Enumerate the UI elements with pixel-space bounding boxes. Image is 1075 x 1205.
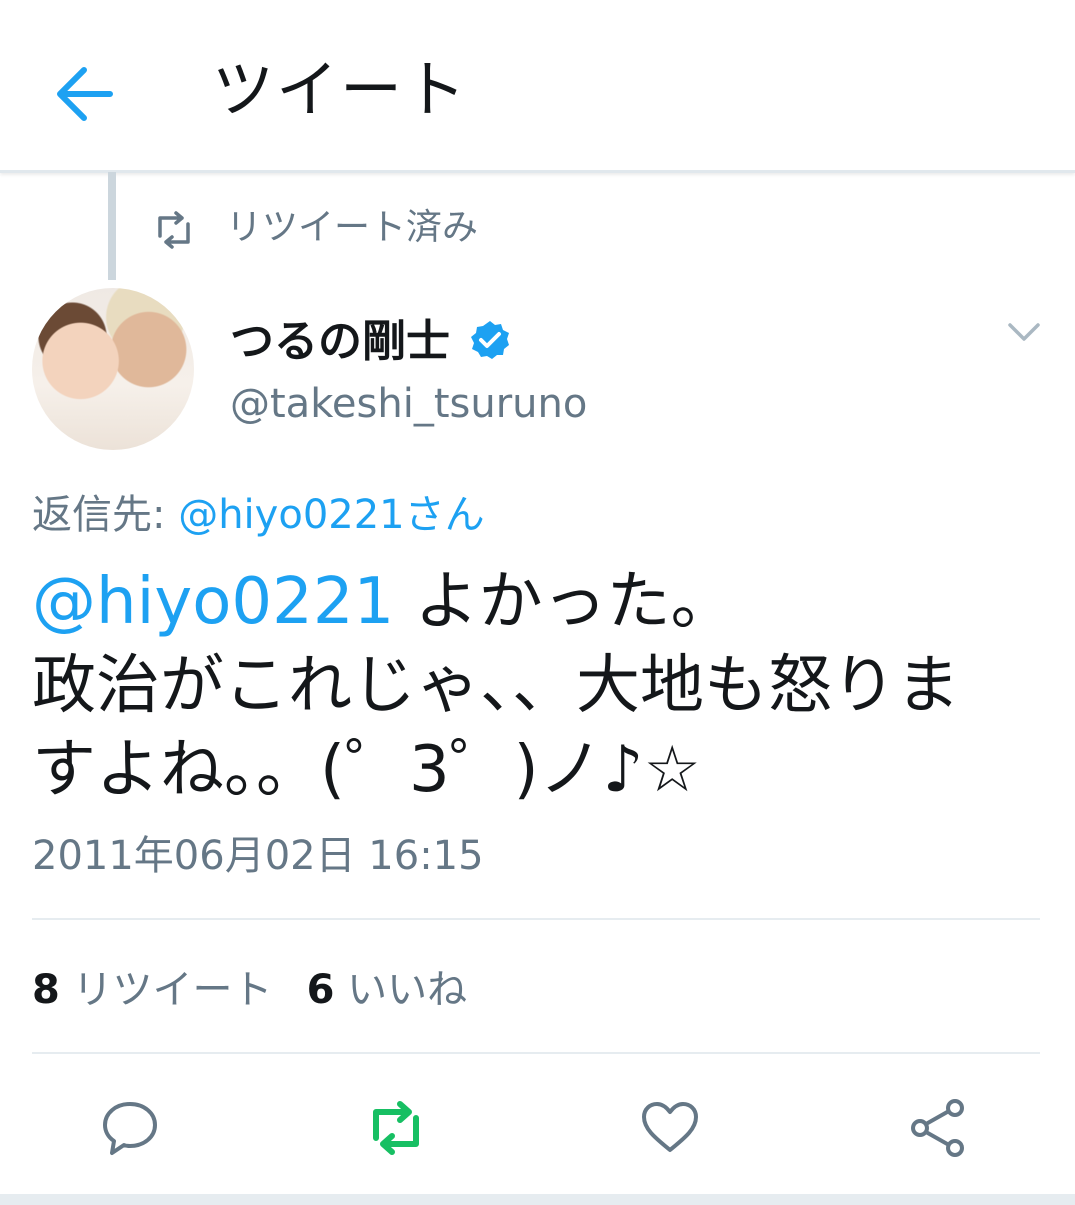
divider bbox=[32, 1052, 1040, 1054]
reply-to-line: 返信先: @hiyo0221さん bbox=[32, 488, 485, 542]
arrow-left-icon[interactable] bbox=[48, 58, 120, 130]
retweet-count[interactable]: 8 bbox=[32, 967, 60, 1013]
tweet-text: @hiyo0221 よかった。政治がこれじゃ、、大地も怒りま すよね。。(゜3゜)… bbox=[32, 560, 1042, 812]
bottom-divider bbox=[0, 1194, 1075, 1205]
reply-icon[interactable] bbox=[98, 1096, 162, 1160]
verified-badge-icon bbox=[471, 321, 509, 359]
share-icon[interactable] bbox=[906, 1096, 970, 1160]
tweet-stats: 8 リツイート 6 いいね bbox=[32, 962, 467, 1018]
reply-to-prefix: 返信先: bbox=[32, 492, 166, 538]
tweet-timestamp: 2011年06月02日 16:15 bbox=[32, 833, 484, 879]
author-handle[interactable]: @takeshi_tsuruno bbox=[230, 378, 587, 430]
page-title: ツイート bbox=[212, 53, 469, 126]
thread-connector-line bbox=[108, 172, 116, 280]
tweet-text-line3: すよね。。(゜3゜)ノ♪☆ bbox=[32, 733, 701, 807]
retweet-icon bbox=[158, 211, 190, 249]
divider bbox=[32, 918, 1040, 920]
heart-icon[interactable] bbox=[638, 1096, 702, 1160]
retweet-icon[interactable] bbox=[364, 1096, 428, 1160]
tweet-text-line2: 政治がこれじゃ、、大地も怒りま bbox=[32, 649, 960, 723]
chevron-down-icon[interactable] bbox=[1004, 312, 1044, 352]
top-app-bar: ツイート bbox=[0, 0, 1075, 173]
retweeted-label: リツイート済み bbox=[226, 207, 479, 248]
reply-to-user-link[interactable]: @hiyo0221さん bbox=[178, 492, 484, 538]
author-display-name[interactable]: つるの剛士 bbox=[230, 312, 450, 372]
retweet-count-label[interactable]: リツイート bbox=[73, 967, 273, 1013]
avatar[interactable] bbox=[32, 288, 194, 450]
tweet-mention-link[interactable]: @hiyo0221 bbox=[32, 565, 394, 639]
tweet-text-line1: よかった。 bbox=[394, 565, 735, 639]
like-count-label[interactable]: いいね bbox=[347, 967, 467, 1013]
like-count[interactable]: 6 bbox=[307, 967, 335, 1013]
